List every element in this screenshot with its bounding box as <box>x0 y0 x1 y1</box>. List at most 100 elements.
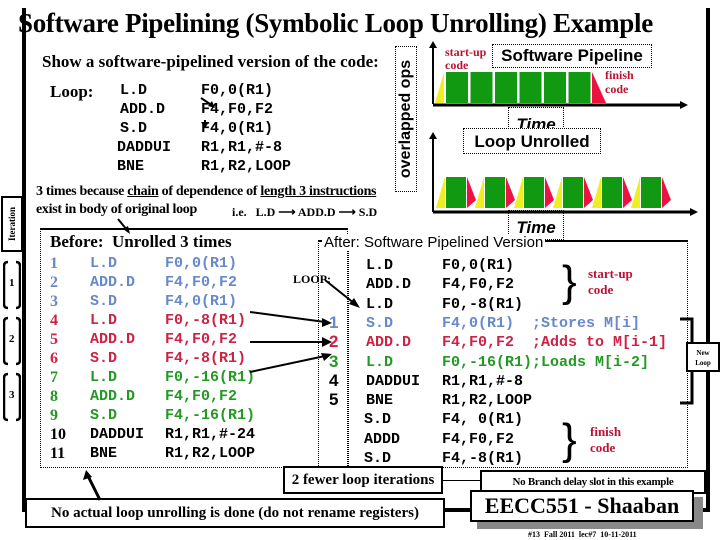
note-line: start-up <box>588 266 633 281</box>
before-row-op: ADD.D <box>90 388 136 405</box>
startup-note: start-up code <box>588 266 633 298</box>
before-row-args: F0,-8(R1) <box>165 312 247 329</box>
before-row-op: S.D <box>90 407 118 424</box>
explanation-length: length 3 instructions <box>260 184 377 199</box>
arrow-up-icon <box>83 470 102 501</box>
original-op: DADDUI <box>117 139 172 156</box>
unrolled-body-segment <box>563 177 583 208</box>
before-row-op: ADD.D <box>90 274 136 291</box>
finish-code-label: finish code <box>605 68 634 96</box>
loop-op: DADDUI <box>366 372 421 390</box>
iteration-number: 2 <box>9 333 15 345</box>
finish-args: F4, 0(R1) <box>442 411 524 429</box>
startup-op: ADD.D <box>366 276 412 294</box>
label-line: code <box>605 82 629 96</box>
explanation-text: of dependence of <box>158 184 261 199</box>
before-row-args: F4,0(R1) <box>165 293 238 310</box>
before-row-op: S.D <box>90 350 118 367</box>
fewer-iterations-note: 2 fewer loop iterations <box>283 466 443 494</box>
iteration-bracket: 1 <box>2 260 22 310</box>
original-op: L.D <box>120 82 148 99</box>
finish-wedge <box>592 72 606 103</box>
unrolled-finish-wedge <box>506 177 515 208</box>
overlapped-ops-label: overlapped ops <box>397 59 414 179</box>
note-line: code <box>588 282 614 297</box>
before-row-op: ADD.D <box>90 331 136 348</box>
arrow-right-icon: ⟶ <box>338 205 356 219</box>
before-row-number: 3 <box>50 293 58 310</box>
unrolled-startup-wedge <box>631 177 640 208</box>
pipeline-body-segment <box>519 72 542 103</box>
before-row-args: F4,F0,F2 <box>165 274 238 291</box>
note-line: finish <box>590 424 622 439</box>
startup-op: L.D <box>366 257 394 274</box>
original-args: R1,R2,LOOP <box>201 158 292 175</box>
loop-op: L.D <box>366 353 394 371</box>
finish-note: finish code <box>590 424 621 456</box>
finish-op: S.D <box>364 411 392 429</box>
loop-args: F4,F0,F2 ;Adds to M[i-1] <box>442 334 668 352</box>
label-line: New <box>696 349 710 357</box>
before-row-args: R1,R1,#-24 <box>165 426 256 443</box>
unrolled-startup-wedge <box>553 177 562 208</box>
unrolled-startup-wedge <box>475 177 484 208</box>
pipeline-body-segment <box>470 72 493 103</box>
startup-op: L.D <box>366 295 394 313</box>
ie-label: i.e. <box>232 205 247 219</box>
loop-args: F4,0(R1) ;Stores M[i] <box>442 314 641 332</box>
startup-args: F4,F0,F2 <box>442 276 515 294</box>
unrolled-body-segment <box>485 177 505 208</box>
before-row-op: BNE <box>90 445 118 462</box>
before-row-op: DADDUI <box>90 426 145 443</box>
unrolled-finish-wedge <box>623 177 632 208</box>
before-row-number: 7 <box>50 369 58 386</box>
no-unrolling-note: No actual loop unrolling is done (do not… <box>25 498 445 528</box>
dependence-arrows <box>200 97 215 128</box>
axis-arrow-icon <box>690 208 698 216</box>
finish-brace-icon: } <box>562 415 577 464</box>
unrolled-finish-wedge <box>662 177 671 208</box>
unrolled-startup-wedge <box>436 177 445 208</box>
before-row-op: L.D <box>90 369 118 386</box>
before-row-number: 11 <box>50 445 66 462</box>
label-line: finish <box>605 68 634 82</box>
iteration-number: 1 <box>9 277 15 289</box>
before-row-number: 2 <box>50 274 58 291</box>
arrow-to-before-icon <box>117 218 130 234</box>
course-badge: EECC551 - Shaaban <box>470 490 694 522</box>
before-row-args: F4,F0,F2 <box>165 331 238 348</box>
unrolled-startup-wedge <box>592 177 601 208</box>
label-line: code <box>445 58 469 72</box>
iteration-bracket: 3 <box>2 372 22 422</box>
chain-step: S.D <box>358 205 378 219</box>
loop-op: BNE <box>366 392 394 410</box>
unrolled-finish-wedge <box>467 177 476 208</box>
pipeline-body-segment <box>446 72 468 103</box>
startup-args: F0,0(R1) <box>442 257 515 274</box>
overlapped-ops-box: overlapped ops <box>395 46 417 192</box>
before-row-number: 10 <box>50 426 66 443</box>
software-pipeline-title: Software Pipeline <box>492 44 652 68</box>
original-args: R1,R1,#-8 <box>201 139 283 156</box>
note-line: code <box>590 440 616 455</box>
loop-unrolled-title: Loop Unrolled <box>463 128 601 154</box>
startup-args: F0,-8(R1) <box>442 295 524 313</box>
before-row-args: F4,F0,F2 <box>165 388 238 405</box>
before-row-op: L.D <box>90 312 118 329</box>
before-row-op: L.D <box>90 255 118 272</box>
before-row-args: F4,-16(R1) <box>165 407 256 424</box>
unrolled-startup-wedge <box>514 177 523 208</box>
before-title: Before: Unrolled 3 times <box>50 232 232 251</box>
loop-args: F0,-16(R1);Loads M[i-2] <box>442 353 650 371</box>
loop-args: R1,R1,#-8 <box>442 372 524 390</box>
before-row-number: 1 <box>50 255 58 272</box>
explanation-line-1: 3 times because chain of dependence of l… <box>36 184 377 200</box>
before-row-number: 8 <box>50 388 58 405</box>
unrolled-body-segment <box>446 177 466 208</box>
before-row-args: R1,R2,LOOP <box>165 445 256 462</box>
dependence-chain: i.e. L.D ⟶ ADD.D ⟶ S.D <box>232 205 377 220</box>
slide-title: Software Pipelining (Symbolic Loop Unrol… <box>18 8 653 38</box>
label-line: Loop <box>695 359 711 367</box>
loop-label: Loop: <box>50 82 94 101</box>
iteration-label: Iteration <box>7 207 17 241</box>
